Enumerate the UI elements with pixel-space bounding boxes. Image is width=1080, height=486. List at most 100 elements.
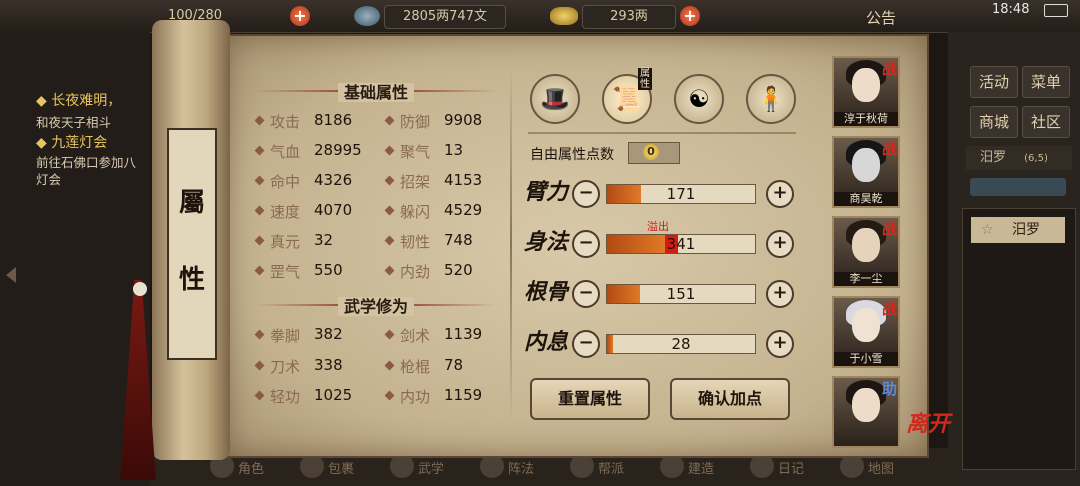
clock: 18:48 (992, 2, 1030, 17)
party-member-portrait[interactable]: 李一尘 战 (832, 216, 900, 288)
category-tab-label: 属性 (638, 68, 652, 90)
location-coords: (6,5) (1024, 153, 1048, 164)
free-points-value: 0 (643, 144, 659, 160)
portrait-face (852, 308, 880, 342)
stat-value: 13 (444, 141, 464, 159)
stat-value: 338 (314, 355, 343, 374)
overflow-label: 溢出 (646, 220, 669, 233)
stat-value: 28995 (314, 141, 362, 159)
menu-button[interactable]: 菜单 (1022, 66, 1070, 98)
stat-value: 1139 (444, 325, 483, 343)
shop-button[interactable]: 商城 (970, 106, 1018, 138)
copper-amount: 2805两747文 (384, 5, 506, 29)
bottom-nav-label[interactable]: 地图 (868, 458, 894, 477)
scroll-title-label: 屬 性 (167, 128, 217, 360)
attr-bar: 151 (606, 284, 756, 304)
stat-name: 防御 (400, 113, 431, 131)
party-member-portrait[interactable]: 助 (832, 376, 900, 448)
hat-icon: 🎩 (540, 85, 570, 113)
stat-name: 速度 (270, 203, 301, 221)
stat-value: 4153 (444, 171, 483, 189)
confirm-points-button[interactable]: 确认加点 (670, 378, 790, 420)
silver-ingot-icon (550, 7, 578, 25)
copper-coins-icon (354, 6, 380, 26)
battery-icon (1044, 4, 1068, 17)
stat-value: 1025 (314, 386, 353, 404)
map-toggle[interactable] (970, 178, 1066, 196)
stat-value: 78 (444, 355, 464, 374)
map-entry-list[interactable]: ☆ 汨罗 (962, 208, 1076, 470)
add-silver-button[interactable]: + (680, 6, 700, 26)
scroll-title-char-1: 屬 (178, 188, 205, 218)
stat-name: 拳脚 (270, 327, 301, 345)
bottom-nav-label[interactable]: 日记 (778, 458, 804, 477)
decrease-button[interactable]: − (572, 280, 600, 308)
stat-name: 枪棍 (400, 357, 431, 376)
attr-value: 28 (671, 335, 691, 353)
bottom-nav-label[interactable]: 包裹 (328, 458, 354, 477)
collapse-arrow-icon[interactable] (6, 267, 16, 283)
stat-value: 748 (444, 231, 473, 249)
quest-desc-1: 和夜天子相斗 (36, 115, 112, 130)
attr-label: 身法 (524, 229, 569, 255)
attr-value: 341 (666, 235, 696, 253)
decrease-button[interactable]: − (572, 180, 600, 208)
party-member-name: 李一尘 (834, 272, 898, 286)
community-button[interactable]: 社区 (1022, 106, 1070, 138)
decrease-button[interactable]: − (572, 230, 600, 258)
party-member-name: 商昊乾 (834, 192, 898, 206)
increase-button[interactable]: + (766, 330, 794, 358)
party-role-badge: 战 (881, 60, 897, 78)
notice-button[interactable]: 公告 (866, 7, 896, 28)
reset-attributes-button[interactable]: 重置属性 (530, 378, 650, 420)
stat-name: 攻击 (270, 113, 301, 131)
right-side-menu: 活动 菜单 商城 社区 汨罗 (6,5) ☆ 汨罗 (948, 32, 1080, 486)
bottom-nav-label[interactable]: 角色 (238, 458, 264, 477)
bottom-nav-label[interactable]: 帮派 (598, 458, 624, 477)
portrait-face (852, 388, 880, 422)
body-figure-icon: 🧍 (756, 85, 786, 113)
quest-title-1[interactable]: ◆ 长夜难明， (36, 90, 121, 110)
increase-button[interactable]: + (766, 280, 794, 308)
free-points-box: 0 (628, 142, 680, 164)
attr-value: 171 (666, 185, 696, 203)
attr-label: 臂力 (524, 179, 569, 205)
bottom-nav-label[interactable]: 武学 (418, 458, 444, 477)
location-display: 汨罗 (6,5) (966, 146, 1072, 170)
category-tab-3[interactable]: ☯ (674, 74, 724, 124)
attr-bar: 溢出 341 (606, 220, 756, 254)
star-icon: ☆ (981, 222, 994, 238)
stat-name: 内劲 (400, 263, 431, 281)
stat-value: 4070 (314, 201, 353, 219)
stat-name: 招架 (400, 173, 431, 191)
leave-button[interactable]: 离开 (906, 406, 950, 438)
add-stamina-button[interactable]: + (290, 6, 310, 26)
increase-button[interactable]: + (766, 180, 794, 208)
stat-value: 32 (314, 231, 334, 249)
attr-label: 根骨 (524, 279, 569, 305)
bottom-nav-label[interactable]: 阵法 (508, 458, 534, 477)
activity-button[interactable]: 活动 (970, 66, 1018, 98)
bagua-icon: ☯ (688, 85, 710, 113)
stat-value: 550 (314, 261, 343, 279)
portrait-face (852, 228, 880, 262)
category-tab-4[interactable]: 🧍 (746, 74, 796, 124)
stat-name: 命中 (270, 173, 301, 191)
increase-button[interactable]: + (766, 230, 794, 258)
silver-amount: 293两 (582, 5, 676, 29)
stat-name: 真元 (270, 233, 301, 251)
party-member-name: 淳于秋荷 (834, 112, 898, 126)
party-role-badge: 战 (881, 140, 897, 158)
quest-title-2[interactable]: ◆ 九莲灯会 (36, 132, 107, 152)
decrease-button[interactable]: − (572, 330, 600, 358)
party-member-portrait[interactable]: 淳于秋荷 战 (832, 56, 900, 128)
category-tab-1[interactable]: 🎩 (530, 74, 580, 124)
party-member-portrait[interactable]: 于小雪 战 (832, 296, 900, 368)
panel-divider (510, 64, 512, 424)
map-entry[interactable]: ☆ 汨罗 (971, 217, 1065, 243)
stat-value: 4529 (444, 201, 483, 219)
stat-name: 内功 (400, 388, 431, 406)
party-member-portrait[interactable]: 商昊乾 战 (832, 136, 900, 208)
bottom-nav-label[interactable]: 建造 (688, 458, 714, 477)
stat-name: 聚气 (400, 143, 431, 161)
